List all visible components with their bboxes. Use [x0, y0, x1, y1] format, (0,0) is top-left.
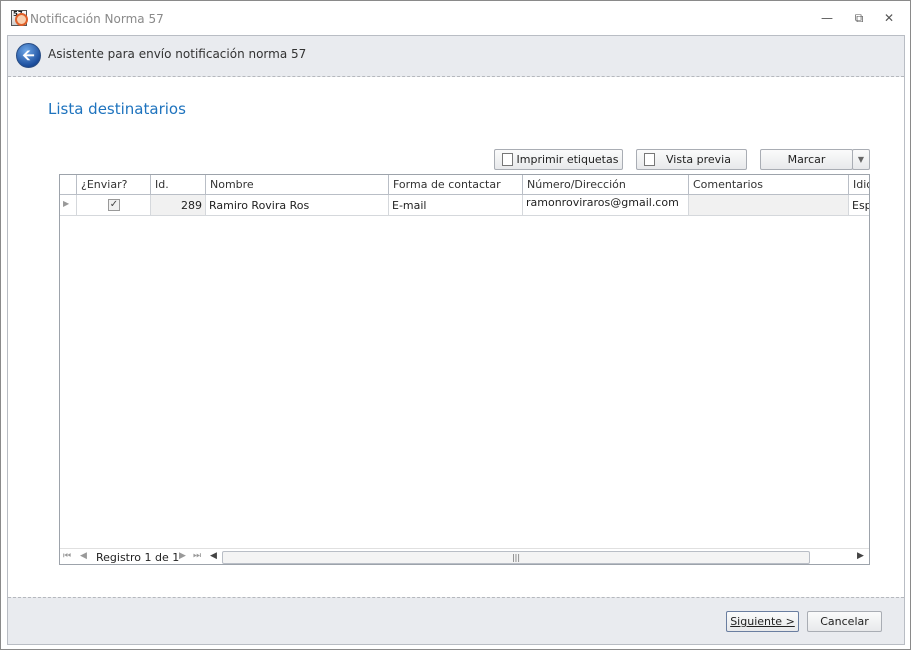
column-header[interactable]: Forma de contactar	[389, 175, 523, 195]
print-labels-icon	[502, 153, 513, 166]
back-arrow-icon[interactable]: 🡨	[16, 43, 41, 68]
app-icon: 57	[11, 10, 28, 26]
next-record-icon[interactable]: ▶	[179, 551, 186, 561]
record-counter: Registro 1 de 1	[96, 551, 180, 564]
restore-icon[interactable]: ⧉	[848, 9, 870, 27]
send-checkbox[interactable]: ✓	[108, 199, 120, 211]
column-header[interactable]: Id.	[151, 175, 206, 195]
last-record-icon[interactable]: ⏭	[193, 551, 201, 561]
next-button[interactable]: Siguiente >	[726, 611, 799, 632]
cancel-button[interactable]: Cancelar	[807, 611, 882, 632]
preview-button[interactable]: Vista previa	[636, 149, 747, 170]
wizard-title: Asistente para envío notificación norma …	[48, 47, 307, 61]
window-title: Notificación Norma 57	[30, 12, 164, 26]
scroll-right-icon[interactable]: ▶	[857, 551, 864, 561]
magnifier-page-icon	[644, 153, 655, 166]
prev-record-icon[interactable]: ◀	[80, 551, 87, 561]
wizard-header: 🡨 Asistente para envío notificación norm…	[8, 36, 904, 77]
row-indicator-header	[60, 175, 77, 195]
first-record-icon[interactable]: ⏮	[63, 551, 71, 561]
section-title: Lista destinatarios	[48, 100, 186, 118]
title-bar: 57 Notificación Norma 57 — ⧉ ✕	[1, 1, 910, 35]
contact-method-cell: E-mail	[389, 195, 523, 216]
column-header[interactable]: Nombre	[206, 175, 389, 195]
horizontal-scrollbar[interactable]: |||	[222, 551, 810, 564]
address-cell: ramonroviraros@gmail.com	[523, 195, 689, 216]
window: 57 Notificación Norma 57 — ⧉ ✕ 🡨 Asisten…	[0, 0, 911, 650]
send-checkbox-cell[interactable]: ✓	[77, 195, 151, 216]
scroll-left-icon[interactable]: ◀	[210, 551, 217, 561]
column-header[interactable]: Número/Dirección	[523, 175, 689, 195]
name-cell: Ramiro Rovira Ros	[206, 195, 389, 216]
minimize-icon[interactable]: —	[816, 9, 838, 27]
column-header[interactable]: Idio	[849, 175, 869, 195]
column-header[interactable]: Comentarios	[689, 175, 849, 195]
recipients-grid: ¿Enviar? Id. Nombre Forma de contactar N…	[59, 174, 870, 565]
mark-dropdown-chevron-icon[interactable]: ▼	[852, 149, 870, 170]
wizard-footer: Siguiente > Cancelar	[8, 597, 904, 644]
row-indicator-icon: ▶	[60, 195, 77, 216]
print-labels-button[interactable]: Imprimir etiquetas	[494, 149, 623, 170]
wizard-panel: 🡨 Asistente para envío notificación norm…	[7, 35, 905, 645]
comments-cell	[689, 195, 849, 216]
mark-button[interactable]: Marcar	[760, 149, 853, 170]
id-cell: 289	[151, 195, 206, 216]
close-icon[interactable]: ✕	[878, 9, 900, 27]
grid-navigator: ⏮ ◀ Registro 1 de 1 ▶ ⏭ ◀ ||| ▶	[60, 548, 869, 564]
language-cell: Esp	[849, 195, 869, 216]
column-header[interactable]: ¿Enviar?	[77, 175, 151, 195]
